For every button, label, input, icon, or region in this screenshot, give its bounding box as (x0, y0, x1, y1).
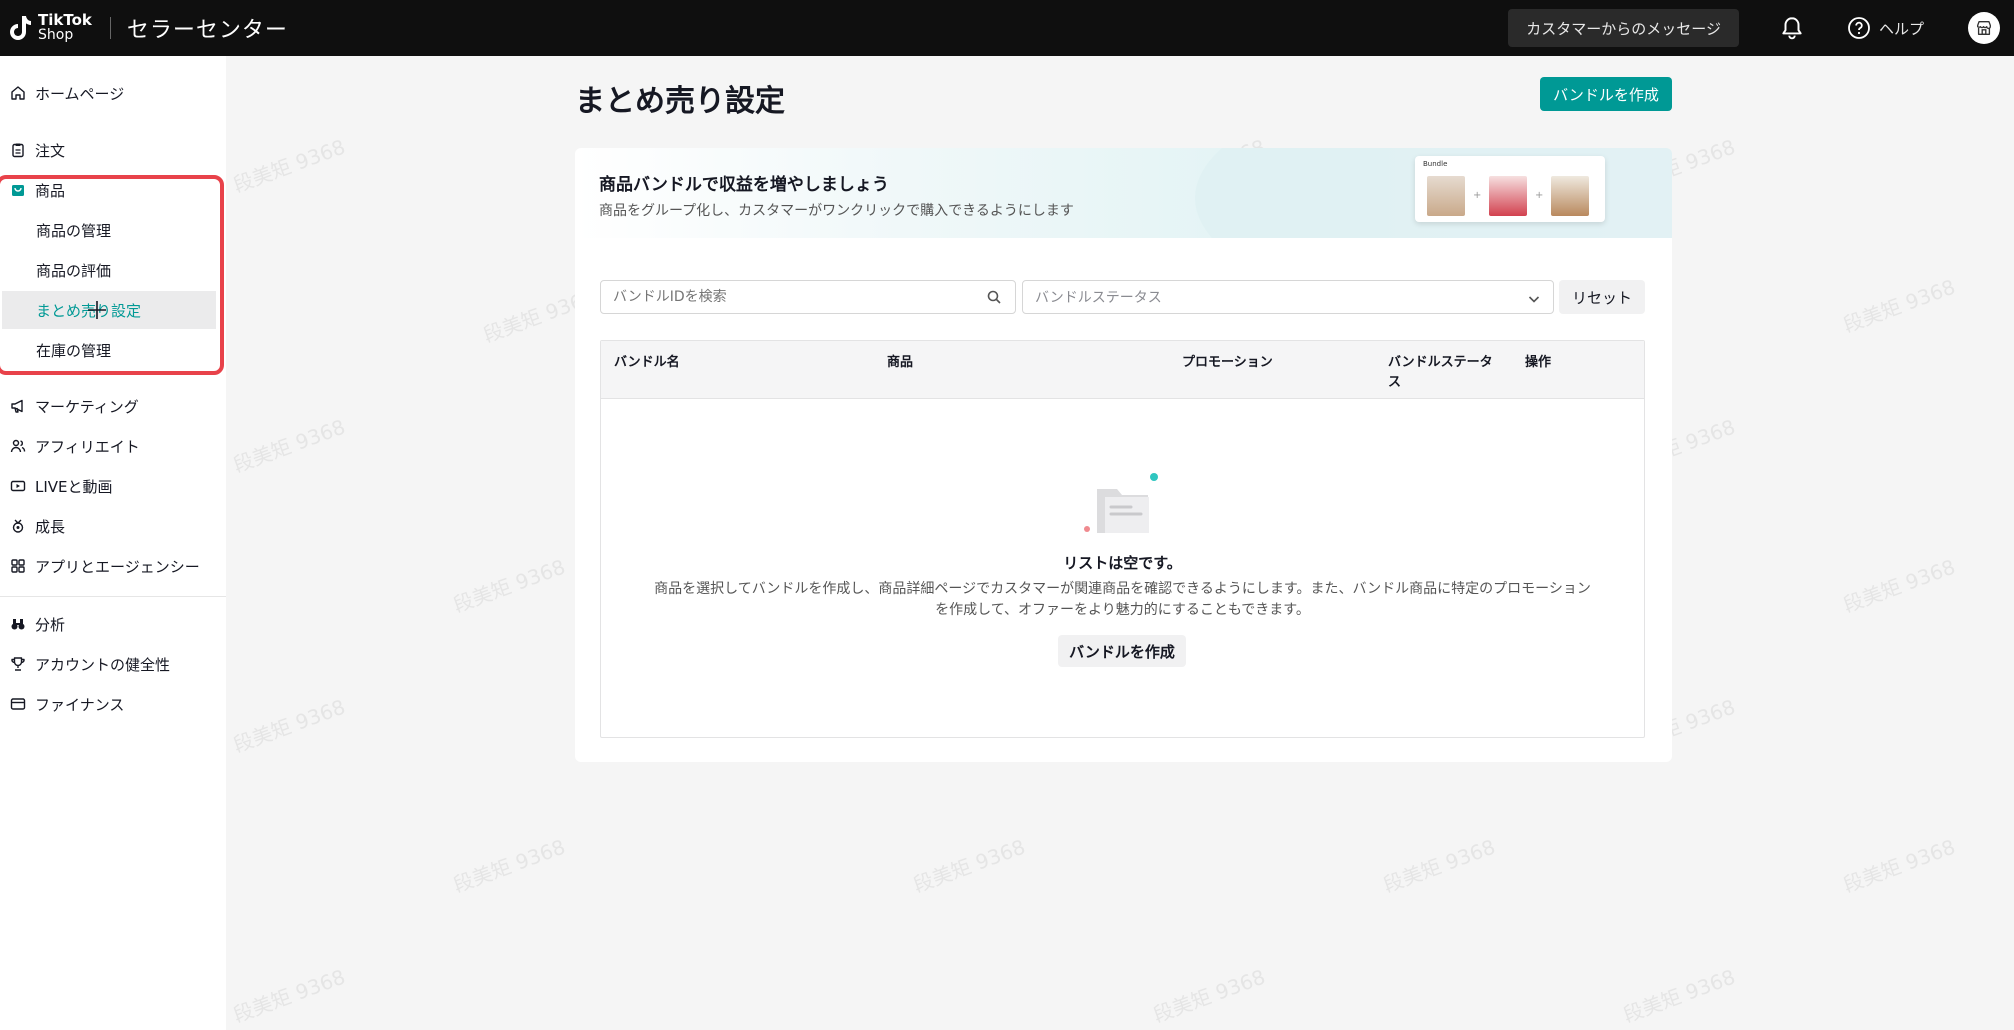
sidebar-item-account-health[interactable]: アカウントの健全性 (0, 644, 226, 684)
people-icon (9, 437, 27, 455)
sidebar-item-label: アフィリエイト (35, 437, 140, 456)
shop-icon (1977, 21, 1991, 35)
topbar-actions: カスタマーからのメッセージ ヘルプ (1508, 0, 2014, 56)
bell-icon[interactable] (1779, 15, 1805, 41)
watermark: 段美矩 9368 (1839, 834, 1959, 898)
bundle-table: バンドル名 商品 プロモーション バンドルステータス 操作 リストは空です。 商… (600, 340, 1645, 738)
sidebar-item-label: 分析 (35, 615, 66, 634)
customer-messages-button[interactable]: カスタマーからのメッセージ (1508, 9, 1739, 47)
sidebar-item-label: ファイナンス (35, 695, 125, 714)
binoculars-icon (9, 615, 27, 633)
plus-icon: + (1473, 190, 1482, 201)
watermark: 段美矩 9368 (1839, 274, 1959, 338)
wallet-icon (9, 695, 27, 713)
bundle-illustration-tag: Bundle (1423, 160, 1448, 168)
top-bar: TikTok Shop セラーセンター カスタマーからのメッセージ ヘルプ (0, 0, 2014, 56)
sidebar-item-finance[interactable]: ファイナンス (0, 684, 226, 724)
watermark: 段美矩 9368 (1379, 834, 1499, 898)
home-icon (9, 84, 27, 102)
megaphone-icon (9, 397, 27, 415)
bundle-illustration: Bundle + + (1415, 156, 1605, 222)
sidebar-item-label: マーケティング (35, 397, 139, 416)
sidebar-item-label: アカウントの健全性 (35, 655, 171, 674)
product-thumbnail (1551, 176, 1589, 216)
sidebar: ホームページ 注文 商品 商品の管理 商品の評価 まとめ売り設定 在庫の管理 マ… (0, 56, 226, 1030)
watermark: 段美矩 9368 (449, 834, 569, 898)
watermark: 段美矩 9368 (229, 414, 349, 478)
topbar-divider (109, 17, 111, 39)
tiktok-shop-logo[interactable]: TikTok Shop (10, 13, 92, 43)
sidebar-item-marketing[interactable]: マーケティング (0, 386, 226, 426)
crosshair-cursor-icon (88, 301, 106, 319)
apps-icon (9, 557, 27, 575)
watermark: 段美矩 9368 (909, 834, 1029, 898)
sidebar-item-orders[interactable]: 注文 (0, 130, 226, 170)
create-bundle-button[interactable]: バンドルを作成 (1540, 77, 1672, 111)
bundle-status-select[interactable]: バンドルステータス (1022, 280, 1554, 314)
watermark: 段美矩 9368 (229, 694, 349, 758)
column-header-bundle-name: バンドル名 (614, 355, 680, 370)
sidebar-item-affiliate[interactable]: アフィリエイト (0, 426, 226, 466)
sidebar-item-label: 注文 (35, 141, 66, 160)
tiktok-logo-icon (10, 14, 32, 42)
product-thumbnail (1427, 176, 1465, 216)
product-thumbnail (1489, 176, 1527, 216)
growth-icon (9, 517, 27, 535)
trophy-icon (9, 655, 27, 673)
promo-banner: 商品バンドルで収益を増やしましょう 商品をグループ化し、カスタマーがワンクリック… (575, 148, 1672, 238)
help-button[interactable]: ヘルプ (1847, 16, 1924, 40)
watermark: 段美矩 9368 (229, 964, 349, 1028)
page-title: まとめ売り設定 (575, 84, 785, 119)
help-label: ヘルプ (1878, 19, 1924, 38)
empty-state-title: リストは空です。 (1063, 554, 1182, 572)
highlight-annotation-box (0, 175, 224, 375)
sidebar-item-label: アプリとエージェンシー (35, 557, 200, 576)
watermark: 段美矩 9368 (1619, 964, 1739, 1028)
sidebar-divider (0, 596, 226, 597)
sidebar-item-home[interactable]: ホームページ (0, 73, 226, 113)
sidebar-item-live-video[interactable]: LIVEと動画 (0, 466, 226, 506)
watermark: 段美矩 9368 (1839, 554, 1959, 618)
column-header-products: 商品 (887, 355, 914, 370)
sidebar-item-label: 成長 (35, 517, 66, 536)
logo-line1: TikTok (38, 11, 92, 29)
logo-line2: Shop (38, 27, 74, 43)
reset-button[interactable]: リセット (1559, 280, 1645, 314)
sidebar-item-analytics[interactable]: 分析 (0, 604, 226, 644)
watermark: 段美矩 9368 (1149, 964, 1269, 1028)
bundle-status-placeholder: バンドルステータス (1035, 290, 1162, 306)
avatar[interactable] (1968, 12, 2000, 44)
video-icon (9, 477, 27, 495)
chevron-down-icon (1527, 291, 1541, 305)
banner-subtitle: 商品をグループ化し、カスタマーがワンクリックで購入できるようにします (599, 203, 1074, 219)
bundle-list-card: バンドルステータス リセット バンドル名 商品 プロモーション バンドルステータ… (575, 238, 1672, 762)
clipboard-icon (9, 141, 27, 159)
empty-folder-icon (1083, 471, 1163, 541)
plus-icon: + (1535, 190, 1544, 201)
banner-title: 商品バンドルで収益を増やしましょう (599, 175, 889, 195)
help-icon (1848, 17, 1870, 39)
bundle-id-search-input[interactable] (600, 280, 1016, 314)
empty-state-description: 商品を選択してバンドルを作成し、商品詳細ページでカスタマーが関連商品を確認できる… (654, 581, 1591, 618)
sidebar-item-label: LIVEと動画 (35, 477, 113, 496)
column-header-promotion: プロモーション (1182, 355, 1273, 370)
search-icon[interactable] (986, 289, 1002, 305)
sidebar-item-growth[interactable]: 成長 (0, 506, 226, 546)
watermark: 段美矩 9368 (229, 134, 349, 198)
sidebar-item-label: ホームページ (35, 84, 125, 103)
sidebar-item-apps-agencies[interactable]: アプリとエージェンシー (0, 546, 226, 586)
logo-text: TikTok Shop (38, 13, 92, 43)
empty-state-create-bundle-button[interactable]: バンドルを作成 (1058, 635, 1186, 667)
column-header-actions: 操作 (1525, 355, 1552, 370)
column-header-bundle-status: バンドルステータス (1388, 355, 1493, 390)
app-title: セラーセンター (126, 18, 288, 43)
table-header: バンドル名 商品 プロモーション バンドルステータス 操作 (601, 341, 1644, 399)
watermark: 段美矩 9368 (449, 554, 569, 618)
